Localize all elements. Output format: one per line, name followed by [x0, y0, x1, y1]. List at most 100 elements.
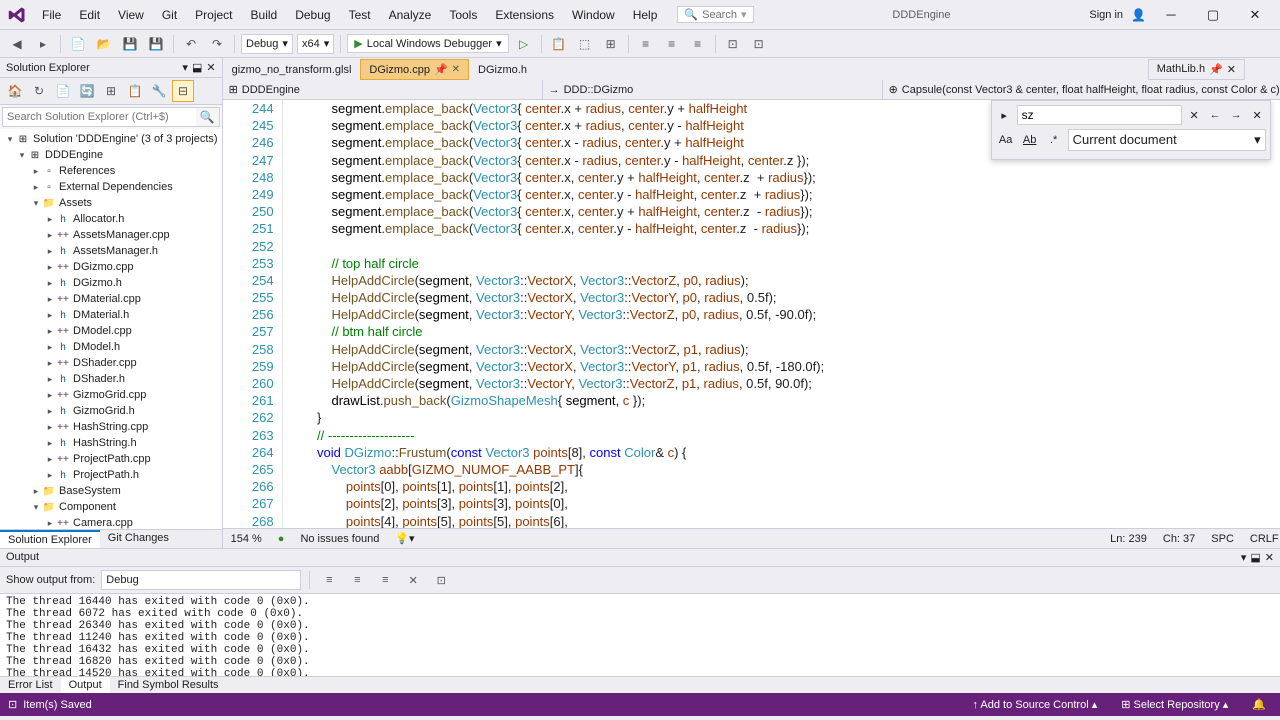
platform-combo[interactable]: x64▾: [297, 34, 334, 54]
se-search-input[interactable]: [3, 108, 196, 126]
tree-file-dshader-cpp[interactable]: ▸++DShader.cpp: [0, 355, 222, 371]
tree-file-hashstring-h[interactable]: ▸hHashString.h: [0, 435, 222, 451]
search-box[interactable]: 🔍 Search ▾: [677, 6, 753, 23]
tree-file-dgizmo-h[interactable]: ▸hDGizmo.h: [0, 275, 222, 291]
tree-project[interactable]: ▾⊞DDDEngine: [0, 147, 222, 163]
new-project-button[interactable]: 📄: [67, 33, 89, 55]
nav-scope-combo[interactable]: →DDD::DGizmo: [543, 80, 883, 99]
nav-fwd-button[interactable]: ▸: [32, 33, 54, 55]
tree-basesystem[interactable]: ▸📁BaseSystem: [0, 483, 222, 499]
se-btn-6[interactable]: 📋: [124, 80, 146, 102]
tree-file-gizmogrid-cpp[interactable]: ▸++GizmoGrid.cpp: [0, 387, 222, 403]
panel-close-icon[interactable]: ✕: [206, 61, 215, 74]
close-button[interactable]: ✕: [1238, 3, 1272, 27]
find-scope-combo[interactable]: Current document▾: [1068, 129, 1266, 151]
tree-file-dgizmo-cpp[interactable]: ▸++DGizmo.cpp: [0, 259, 222, 275]
menu-git[interactable]: Git: [154, 6, 185, 24]
tab-solution-explorer[interactable]: Solution Explorer: [0, 530, 100, 548]
tree-file-assetsmanager-cpp[interactable]: ▸++AssetsManager.cpp: [0, 227, 222, 243]
out-btn-4[interactable]: ✕: [402, 569, 424, 591]
code-content[interactable]: segment.emplace_back(Vector3{ center.x +…: [283, 100, 1280, 528]
out-btn-2[interactable]: ≡: [346, 569, 368, 591]
out-btn-5[interactable]: ⊡: [430, 569, 452, 591]
tree-file-dmodel-h[interactable]: ▸hDModel.h: [0, 339, 222, 355]
find-close-icon[interactable]: ✕: [1186, 105, 1203, 125]
menu-extensions[interactable]: Extensions: [487, 6, 562, 24]
menu-debug[interactable]: Debug: [287, 6, 338, 24]
menu-project[interactable]: Project: [187, 6, 240, 24]
tree-file-dshader-h[interactable]: ▸hDShader.h: [0, 371, 222, 387]
se-btn-7[interactable]: 🔧: [148, 80, 170, 102]
tree-assets[interactable]: ▾📁Assets: [0, 195, 222, 211]
signin-link[interactable]: Sign in: [1089, 9, 1123, 21]
tb-btn-8[interactable]: ⊡: [748, 33, 770, 55]
find-expand-icon[interactable]: ▸: [996, 105, 1013, 125]
tree-file-dmaterial-cpp[interactable]: ▸++DMaterial.cpp: [0, 291, 222, 307]
tree-file-gizmogrid-h[interactable]: ▸hGizmoGrid.h: [0, 403, 222, 419]
pin-icon[interactable]: 📌: [1209, 63, 1223, 76]
se-btn-3[interactable]: 📄: [52, 80, 74, 102]
find-prev-icon[interactable]: ←: [1207, 105, 1224, 125]
line-ending[interactable]: CRLF: [1250, 533, 1279, 545]
menu-window[interactable]: Window: [564, 6, 623, 24]
menu-test[interactable]: Test: [341, 6, 379, 24]
pinned-tab-mathlib[interactable]: MathLib.h📌✕: [1148, 59, 1245, 80]
home-button[interactable]: 🏠: [4, 80, 26, 102]
tree-component[interactable]: ▾📁Component: [0, 499, 222, 515]
tb-btn-3[interactable]: ⊞: [600, 33, 622, 55]
se-btn-5[interactable]: ⊞: [100, 80, 122, 102]
match-case-icon[interactable]: Aa: [996, 130, 1016, 150]
se-btn-4[interactable]: 🔄: [76, 80, 98, 102]
tab-error-list[interactable]: Error List: [0, 677, 61, 693]
nav-member-combo[interactable]: ⊕Capsule(const Vector3 & center, float h…: [883, 80, 1280, 99]
tree-solution[interactable]: ▾⊞Solution 'DDDEngine' (3 of 3 projects): [0, 131, 222, 147]
code-editor[interactable]: 2442452462472482492502512522532542552562…: [223, 100, 1280, 528]
menu-build[interactable]: Build: [243, 6, 286, 24]
tb-btn-4[interactable]: ≡: [635, 33, 657, 55]
user-icon[interactable]: 👤: [1131, 8, 1146, 22]
whole-word-icon[interactable]: Ab: [1020, 130, 1040, 150]
find-input[interactable]: [1017, 105, 1182, 125]
minimize-button[interactable]: ─: [1154, 3, 1188, 27]
tb-btn-7[interactable]: ⊡: [722, 33, 744, 55]
tab-find-symbols[interactable]: Find Symbol Results: [110, 677, 227, 693]
tab-git-changes[interactable]: Git Changes: [100, 530, 177, 548]
menu-view[interactable]: View: [110, 6, 152, 24]
menu-analyze[interactable]: Analyze: [381, 6, 440, 24]
panel-pin-icon[interactable]: ⬓: [1250, 551, 1260, 564]
start-nodebug-button[interactable]: ▷: [513, 33, 535, 55]
panel-dropdown-icon[interactable]: ▾: [182, 61, 188, 74]
menu-help[interactable]: Help: [625, 6, 666, 24]
regex-icon[interactable]: .*: [1044, 130, 1064, 150]
tree-file-projectpath-cpp[interactable]: ▸++ProjectPath.cpp: [0, 451, 222, 467]
lightbulb-icon[interactable]: 💡▾: [395, 532, 414, 545]
close-icon[interactable]: ✕: [1227, 63, 1236, 76]
zoom-level[interactable]: 154 %: [231, 533, 262, 545]
tb-btn-1[interactable]: 📋: [548, 33, 570, 55]
add-source-control-button[interactable]: ↑ Add to Source Control ▴: [966, 696, 1103, 713]
tree-references[interactable]: ▸▫References: [0, 163, 222, 179]
tab-gizmo-glsl[interactable]: gizmo_no_transform.glsl: [223, 60, 361, 80]
panel-pin-icon[interactable]: ⬓: [192, 61, 202, 74]
redo-button[interactable]: ↷: [206, 33, 228, 55]
maximize-button[interactable]: ▢: [1196, 3, 1230, 27]
pin-icon[interactable]: 📌: [434, 63, 448, 76]
tree-file-dmaterial-h[interactable]: ▸hDMaterial.h: [0, 307, 222, 323]
se-btn-2[interactable]: ↻: [28, 80, 50, 102]
line-number[interactable]: Ln: 239: [1110, 533, 1147, 545]
undo-button[interactable]: ↶: [180, 33, 202, 55]
output-from-combo[interactable]: Debug: [101, 570, 301, 590]
tb-btn-5[interactable]: ≡: [661, 33, 683, 55]
nav-back-button[interactable]: ◀: [6, 33, 28, 55]
start-debug-button[interactable]: ▶Local Windows Debugger▾: [347, 34, 508, 53]
search-icon[interactable]: 🔍: [196, 108, 219, 126]
tree-file-camera-cpp[interactable]: ▸++Camera.cpp: [0, 515, 222, 529]
config-combo[interactable]: Debug▾: [241, 34, 293, 54]
tree-file-dmodel-cpp[interactable]: ▸++DModel.cpp: [0, 323, 222, 339]
tab-output[interactable]: Output: [61, 677, 110, 693]
tab-dgizmo-cpp[interactable]: DGizmo.cpp📌✕: [360, 59, 469, 80]
tree-file-hashstring-cpp[interactable]: ▸++HashString.cpp: [0, 419, 222, 435]
se-btn-8[interactable]: ⊟: [172, 80, 194, 102]
char-number[interactable]: Ch: 37: [1163, 533, 1195, 545]
nav-project-combo[interactable]: ⊞DDDEngine: [223, 80, 543, 99]
